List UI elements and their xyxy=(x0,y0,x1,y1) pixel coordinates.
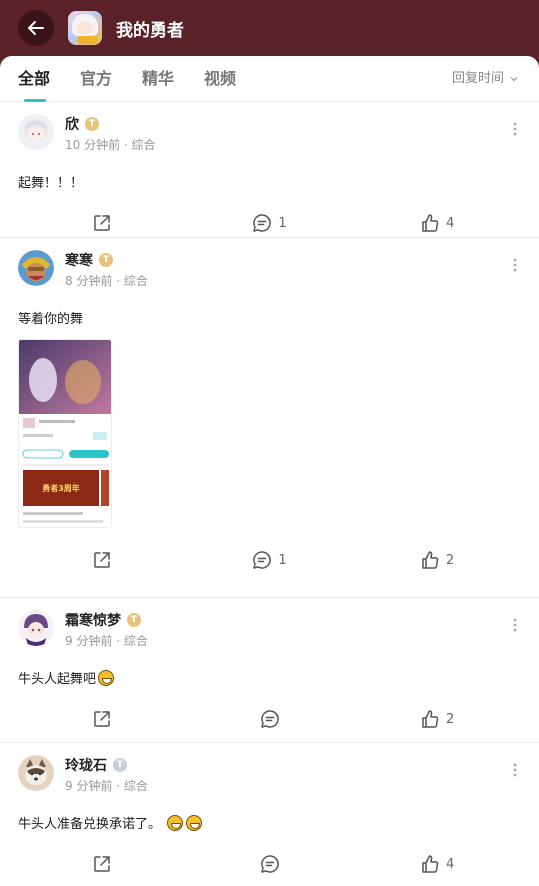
post-content: 牛头人准备兑换承诺了。 xyxy=(18,813,521,832)
post-text: 牛头人准备兑换承诺了。 xyxy=(18,817,162,832)
comment-icon xyxy=(260,710,279,728)
comment-icon xyxy=(253,551,272,569)
grin-emoji-icon xyxy=(186,814,203,831)
comment-button[interactable] xyxy=(186,709,354,729)
share-button[interactable] xyxy=(18,550,186,570)
level-badge: T xyxy=(113,758,127,772)
comment-button[interactable] xyxy=(186,854,354,874)
comment-icon xyxy=(253,214,272,232)
tab-all[interactable]: 全部 xyxy=(18,56,50,102)
level-badge: T xyxy=(85,117,99,131)
post-item[interactable]: 霜寒惊梦 T 9 分钟前 · 综合 牛头人起舞吧 2 xyxy=(0,598,539,743)
post-actions: 4 xyxy=(18,840,521,886)
post-text: 牛头人起舞吧 xyxy=(18,672,97,687)
username[interactable]: 欣 xyxy=(65,114,79,134)
more-icon[interactable] xyxy=(513,763,517,777)
comment-count: 1 xyxy=(278,215,287,231)
like-button[interactable]: 4 xyxy=(353,854,521,874)
tab-featured[interactable]: 精华 xyxy=(142,56,174,102)
like-count: 4 xyxy=(446,215,455,231)
like-button[interactable]: 4 xyxy=(353,213,521,233)
back-button[interactable] xyxy=(18,10,54,46)
content-panel: 全部 官方 精华 视频 回复时间 欣T 10 分钟前 · 综合 起舞！！！ 1 … xyxy=(0,56,539,886)
tab-video[interactable]: 视频 xyxy=(204,56,236,102)
share-button[interactable] xyxy=(18,213,186,233)
grin-emoji-icon xyxy=(98,669,115,686)
sort-dropdown[interactable]: 回复时间 xyxy=(452,56,519,102)
comment-button[interactable]: 1 xyxy=(186,550,354,570)
post-content: 起舞！！！ xyxy=(18,176,84,191)
sort-label: 回复时间 xyxy=(451,71,504,86)
username[interactable]: 霜寒惊梦 xyxy=(65,610,121,630)
more-icon[interactable] xyxy=(513,618,517,632)
like-count: 4 xyxy=(446,856,455,872)
user-avatar[interactable] xyxy=(18,755,54,791)
arrow-left-icon xyxy=(28,21,44,35)
grin-emoji-icon xyxy=(167,814,184,831)
user-avatar[interactable] xyxy=(18,250,54,286)
like-count: 2 xyxy=(446,552,455,568)
comment-count: 1 xyxy=(278,552,287,568)
post-item[interactable]: 寒寒 T 8 分钟前 · 综合 等着你的舞 勇者3周年 1 2 xyxy=(0,238,539,598)
more-icon[interactable] xyxy=(513,122,517,136)
post-item[interactable]: 玲珑石 T 9 分钟前 · 综合 牛头人准备兑换承诺了。 4 xyxy=(0,743,539,886)
thumbs-up-icon xyxy=(422,551,439,569)
like-button[interactable]: 2 xyxy=(353,709,521,729)
thumbs-up-icon xyxy=(422,710,439,728)
share-icon xyxy=(94,552,110,568)
post-image[interactable]: 勇者3周年 xyxy=(18,339,112,528)
page-title: 我的勇者 xyxy=(116,20,184,41)
post-content: 等着你的舞 xyxy=(18,312,84,327)
post-time: 9 分钟前 · 综合 xyxy=(65,634,148,648)
username[interactable]: 玲珑石 xyxy=(65,755,107,775)
level-badge: T xyxy=(127,613,141,627)
post-item[interactable]: 欣T 10 分钟前 · 综合 起舞！！！ 1 4 xyxy=(0,102,539,238)
share-icon xyxy=(94,856,110,872)
post-actions: 2 xyxy=(18,695,521,743)
share-icon xyxy=(94,711,110,727)
game-icon xyxy=(68,11,102,45)
user-avatar[interactable] xyxy=(18,610,54,646)
tab-official[interactable]: 官方 xyxy=(80,56,112,102)
share-button[interactable] xyxy=(18,709,186,729)
post-time: 10 分钟前 · 综合 xyxy=(65,138,156,152)
app-header: 我的勇者 xyxy=(0,0,539,56)
like-count: 2 xyxy=(446,711,455,727)
user-avatar[interactable] xyxy=(18,114,54,150)
post-actions: 1 2 xyxy=(18,536,521,584)
banner-text: 勇者3周年 xyxy=(42,483,80,493)
post-time: 9 分钟前 · 综合 xyxy=(65,779,148,793)
share-icon xyxy=(94,215,110,231)
thumbs-up-icon xyxy=(422,855,439,873)
thumbs-up-icon xyxy=(422,214,439,232)
post-content: 牛头人起舞吧 xyxy=(18,668,521,687)
post-time: 8 分钟前 · 综合 xyxy=(65,274,148,288)
more-icon[interactable] xyxy=(513,258,517,272)
like-button[interactable]: 2 xyxy=(353,550,521,570)
comment-icon xyxy=(260,855,279,873)
tab-bar: 全部 官方 精华 视频 回复时间 xyxy=(0,56,539,102)
share-button[interactable] xyxy=(18,854,186,874)
username[interactable]: 寒寒 xyxy=(65,250,93,270)
level-badge: T xyxy=(99,253,113,267)
chevron-down-icon xyxy=(510,77,518,82)
comment-button[interactable]: 1 xyxy=(186,213,354,233)
